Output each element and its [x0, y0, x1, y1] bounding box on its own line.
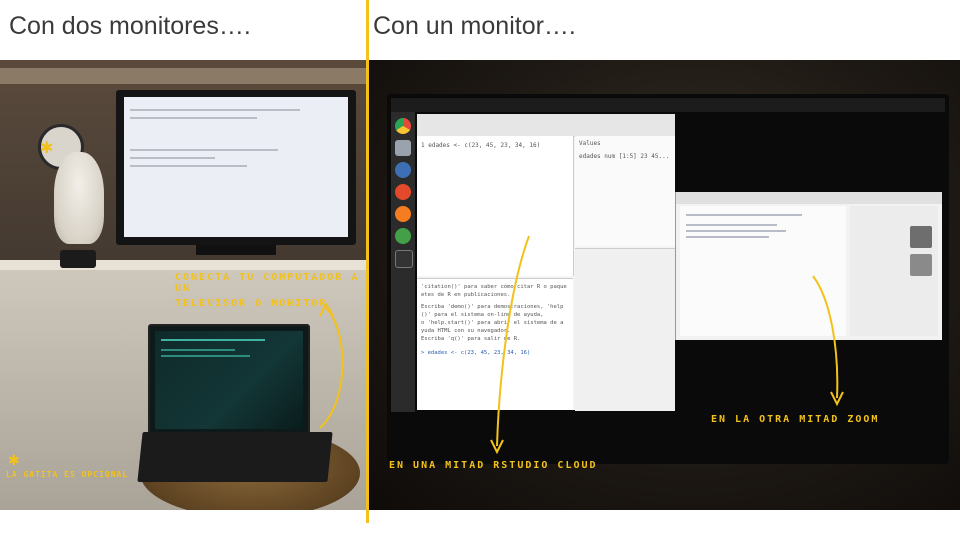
arrow-curve [319, 301, 344, 429]
arrow-rstudio-path [496, 235, 530, 447]
photo-two-monitors: ✱ Conecta tu computador a un televisor o… [0, 60, 366, 510]
photo-one-monitor: 1 edades <- c(23, 45, 23, 34, 16) Values… [369, 60, 960, 510]
right-heading: Con un monitor…. [373, 12, 576, 40]
left-heading: Con dos monitores…. [9, 12, 251, 40]
arrow-zoom-path [812, 275, 839, 399]
arrow-path [319, 307, 344, 429]
arrow-head [319, 301, 334, 317]
arrows [490, 235, 844, 455]
